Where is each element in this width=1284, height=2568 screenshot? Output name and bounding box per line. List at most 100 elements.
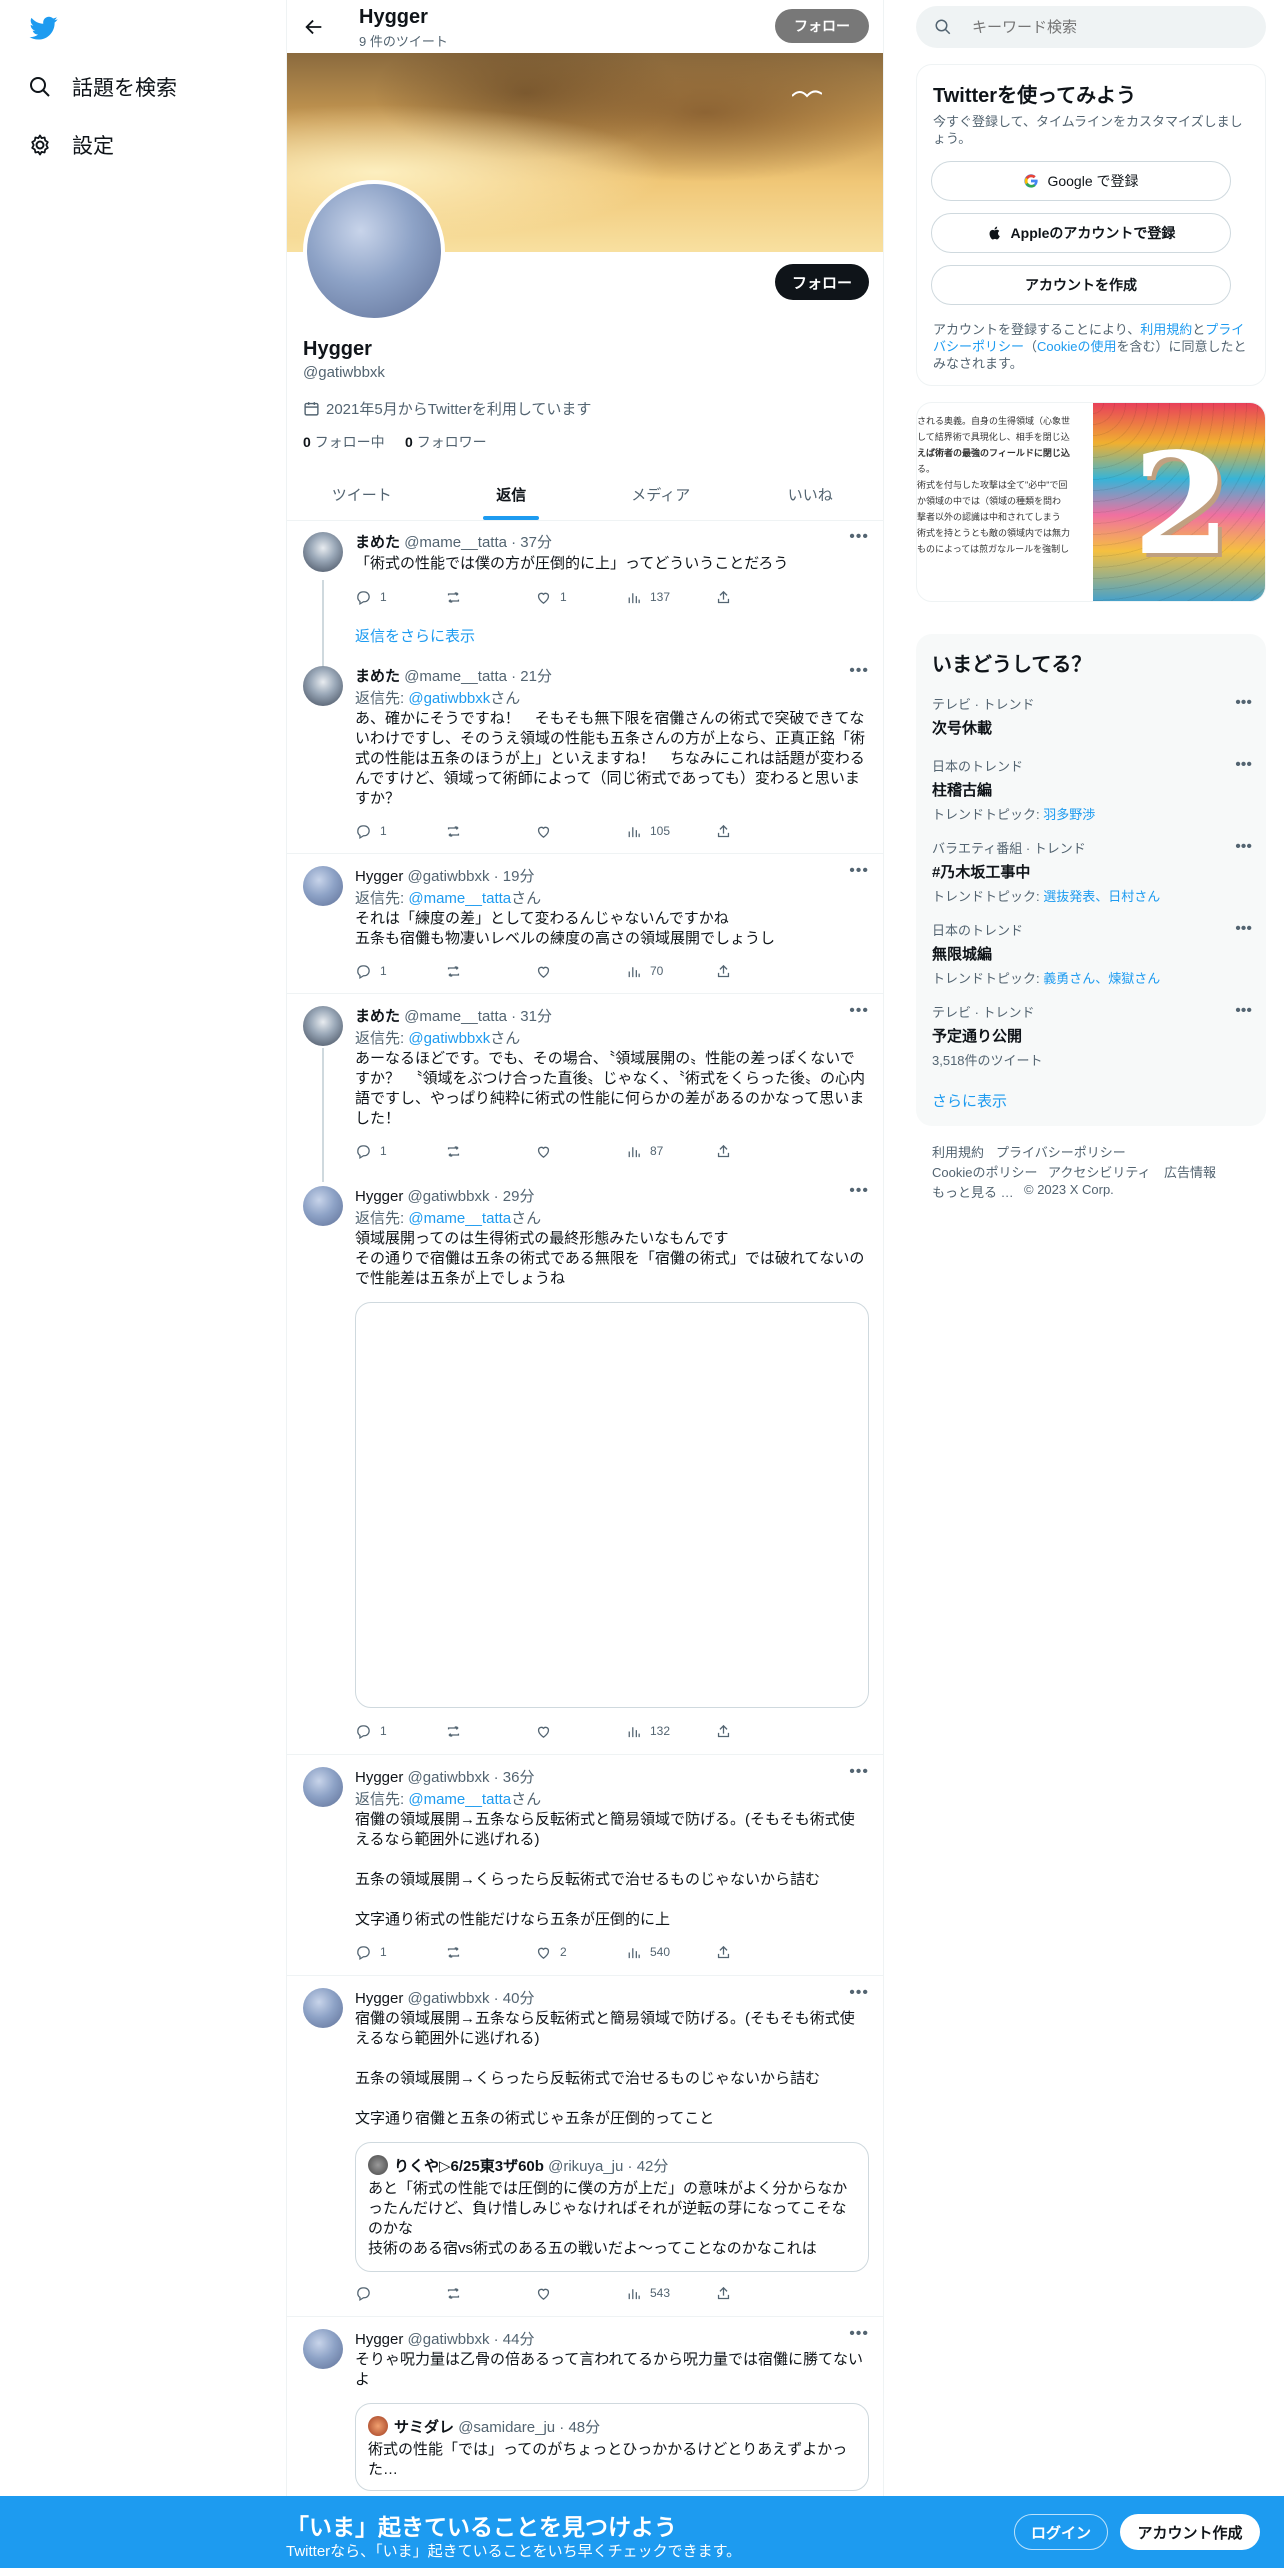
back-arrow-icon[interactable] — [303, 16, 325, 38]
profile-follow-button[interactable]: フォロー — [775, 264, 869, 300]
share-button[interactable] — [715, 1721, 795, 1741]
more-options-icon[interactable]: ••• — [849, 1002, 869, 1020]
tab-tweets[interactable]: ツイート — [287, 468, 437, 520]
more-options-icon[interactable]: ••• — [1235, 920, 1252, 938]
avatar[interactable] — [303, 1767, 343, 1807]
tab-replies[interactable]: 返信 — [437, 468, 587, 520]
retweet-button[interactable] — [445, 821, 525, 841]
share-button[interactable] — [715, 961, 795, 981]
trend-item[interactable]: 日本のトレンド 無限城編 トレンドトピック: 義勇さん、煉獄さん ••• — [932, 920, 1252, 987]
tweet-time[interactable]: · 36分 — [494, 1769, 535, 1786]
views-button[interactable]: 132 — [625, 1721, 705, 1741]
tweet[interactable]: Hygger @gatiwbbxk · 36分 ••• 返信先: @mame__… — [287, 1755, 883, 1975]
more-options-icon[interactable]: ••• — [849, 1763, 869, 1781]
search-input[interactable] — [972, 6, 1252, 48]
trend-item[interactable]: テレビ · トレンド 予定通り公開 3,518件のツイート ••• — [932, 1002, 1252, 1069]
profile-followers[interactable]: 0 フォロワー — [405, 432, 487, 452]
footer-link[interactable]: もっと見る … — [932, 1182, 1014, 1201]
cookie-link[interactable]: Cookieの使用 — [1037, 339, 1116, 354]
tab-media[interactable]: メディア — [586, 468, 736, 520]
tweet-time[interactable]: · 19分 — [494, 868, 535, 885]
retweet-button[interactable] — [445, 587, 525, 607]
trend-topic-link[interactable]: 羽多野渉 — [1043, 807, 1095, 822]
ad-banner[interactable]: される奥義。自身の生得領域（心象世 して結界術で具現化し、相手を閉じ込 えば術者… — [916, 402, 1266, 602]
retweet-button[interactable] — [445, 1721, 525, 1741]
reply-to-link[interactable]: @mame__tatta — [408, 890, 511, 907]
reply-to-link[interactable]: @gatiwbbxk — [408, 690, 490, 707]
trend-topic-link[interactable]: 選抜発表、日村さん — [1043, 889, 1160, 904]
trend-item[interactable]: テレビ · トレンド 次号休載 ••• — [932, 694, 1252, 738]
more-options-icon[interactable]: ••• — [849, 1182, 869, 1200]
views-button[interactable]: 105 — [625, 821, 705, 841]
terms-link[interactable]: 利用規約 — [1140, 322, 1192, 337]
tweet-handle[interactable]: @gatiwbbxk — [408, 1188, 490, 1205]
footer-link[interactable]: プライバシーポリシー — [996, 1142, 1126, 1161]
trend-item[interactable]: バラエティ番組 · トレンド #乃木坂工事中 トレンドトピック: 選抜発表、日村… — [932, 838, 1252, 905]
tweet-time[interactable]: · 31分 — [511, 1008, 552, 1025]
tweet[interactable]: Hygger @gatiwbbxk · 44分 ••• そりゃ呪力量は乙骨の倍あ… — [287, 2317, 883, 2497]
tweet-handle[interactable]: @mame__tatta — [404, 534, 507, 551]
tweet[interactable]: まめた @mame__tatta · 31分 ••• 返信先: @gatiwbb… — [287, 994, 883, 1174]
tweet-handle[interactable]: @mame__tatta — [404, 1008, 507, 1025]
trend-item[interactable]: 日本のトレンド 柱稽古編 トレンドトピック: 羽多野渉 ••• — [932, 756, 1252, 823]
avatar[interactable] — [303, 666, 343, 706]
tweet-time[interactable]: · 29分 — [494, 1188, 535, 1205]
tweet-author[interactable]: Hygger — [355, 868, 403, 885]
quoted-tweet[interactable]: りくや▷6/25東3ザ60b @rikuya_ju · 42分 あと「術式の性能… — [355, 2142, 869, 2272]
reply-button[interactable]: 1 — [355, 1141, 435, 1161]
tweet[interactable]: Hygger @gatiwbbxk · 29分 ••• 返信先: @mame__… — [287, 1174, 883, 1754]
reply-button[interactable]: 1 — [355, 587, 435, 607]
reply-button[interactable] — [355, 2283, 435, 2303]
trends-show-more[interactable]: さらに表示 — [932, 1090, 1007, 1111]
tweet-author[interactable]: まめた — [355, 668, 400, 685]
retweet-button[interactable] — [445, 1141, 525, 1161]
like-button[interactable]: 1 — [535, 587, 615, 607]
tab-likes[interactable]: いいね — [736, 468, 884, 520]
avatar[interactable] — [303, 1006, 343, 1046]
show-more-replies-link[interactable]: 返信をさらに表示 — [355, 625, 475, 646]
views-button[interactable]: 540 — [625, 1942, 705, 1962]
tweet-handle[interactable]: @gatiwbbxk — [408, 1990, 490, 2007]
apple-signup-button[interactable]: Appleのアカウントで登録 — [931, 213, 1231, 253]
views-button[interactable]: 70 — [625, 961, 705, 981]
tweet-author[interactable]: まめた — [355, 1008, 400, 1025]
retweet-button[interactable] — [445, 961, 525, 981]
profile-avatar[interactable] — [303, 180, 445, 322]
tweet[interactable]: Hygger @gatiwbbxk · 40分 ••• 宿儺の領域展開→五条なら… — [287, 1976, 883, 2316]
share-button[interactable] — [715, 821, 795, 841]
reply-button[interactable]: 1 — [355, 1942, 435, 1962]
footer-link[interactable]: 広告情報 — [1164, 1162, 1216, 1181]
reply-to-link[interactable]: @mame__tatta — [408, 1791, 511, 1808]
share-button[interactable] — [715, 587, 795, 607]
tweet[interactable]: まめた @mame__tatta · 21分 ••• 返信先: @gatiwbb… — [287, 654, 883, 854]
avatar[interactable] — [303, 866, 343, 906]
tweet[interactable]: まめた @mame__tatta · 37分 ••• 「術式の性能では僕の方が圧… — [287, 522, 883, 622]
quoted-tweet[interactable]: サミダレ @samidare_ju · 48分 術式の性能「では」ってのがちょっ… — [355, 2403, 869, 2491]
views-button[interactable]: 137 — [625, 587, 705, 607]
tweet-author[interactable]: Hygger — [355, 1188, 403, 1205]
like-button[interactable] — [535, 961, 615, 981]
profile-following[interactable]: 0 フォロー中 — [303, 432, 385, 452]
more-options-icon[interactable]: ••• — [849, 662, 869, 680]
tweet-time[interactable]: · 37分 — [511, 534, 552, 551]
more-options-icon[interactable]: ••• — [849, 1984, 869, 2002]
tweet-handle[interactable]: @gatiwbbxk — [408, 868, 490, 885]
tweet-author[interactable]: Hygger — [355, 2331, 403, 2348]
tweet-author[interactable]: まめた — [355, 534, 400, 551]
tweet-time[interactable]: · 44分 — [494, 2331, 535, 2348]
more-options-icon[interactable]: ••• — [1235, 1002, 1252, 1020]
tweet-handle[interactable]: @gatiwbbxk — [408, 2331, 490, 2348]
like-button[interactable] — [535, 1141, 615, 1161]
views-button[interactable]: 87 — [625, 1141, 705, 1161]
like-button[interactable] — [535, 1721, 615, 1741]
login-button[interactable]: ログイン — [1014, 2514, 1108, 2550]
footer-link[interactable]: 利用規約 — [932, 1142, 984, 1161]
tweet-author[interactable]: Hygger — [355, 1990, 403, 2007]
nav-explore[interactable]: 話題を検索 — [28, 72, 177, 102]
share-button[interactable] — [715, 1141, 795, 1161]
views-button[interactable]: 543 — [625, 2283, 705, 2303]
reply-button[interactable]: 1 — [355, 1721, 435, 1741]
twitter-logo-icon[interactable] — [28, 14, 60, 42]
tweet-time[interactable]: · 40分 — [494, 1990, 535, 2007]
retweet-button[interactable] — [445, 2283, 525, 2303]
